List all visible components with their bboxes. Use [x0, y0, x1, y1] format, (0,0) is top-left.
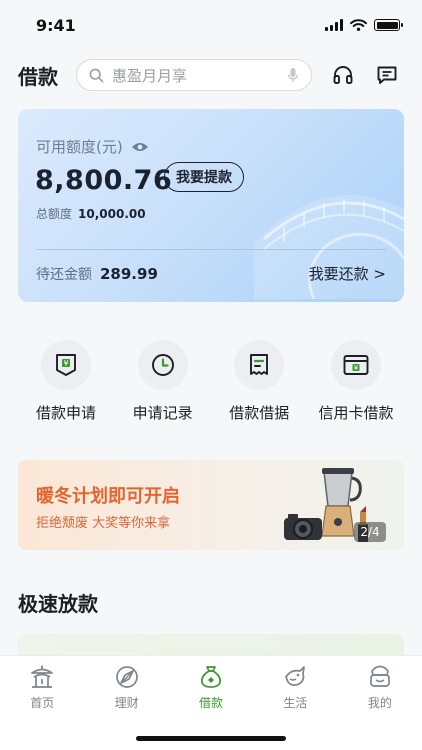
tab-label: 理财 [114, 696, 139, 710]
quick-action-label: 借款申请 [35, 404, 96, 422]
svg-text:¥: ¥ [63, 359, 68, 368]
header: 借款 惠盈月月享 [0, 52, 422, 98]
status-bar: 9:41 [0, 0, 422, 50]
svg-text:¥: ¥ [354, 364, 359, 372]
available-limit-label: 可用额度(元) [36, 136, 149, 157]
divider [36, 249, 386, 250]
quick-action-receipt[interactable]: 借款借据 [211, 340, 307, 430]
quick-action-label: 信用卡借款 [318, 404, 394, 422]
profile-icon [369, 665, 390, 687]
wifi-icon [350, 19, 367, 31]
promo-title: 暖冬计划即可开启 [36, 486, 180, 507]
signal-icon [325, 19, 343, 31]
pavilion-icon [31, 665, 54, 688]
quick-action-label: 申请记录 [132, 404, 193, 422]
receipt-icon [250, 354, 269, 375]
quick-action-records[interactable]: 申请记录 [115, 340, 211, 430]
battery-icon [374, 19, 403, 31]
quick-actions: ¥ 借款申请 申请记录 借款借据 ¥ 信用卡借款 [18, 340, 404, 430]
carousel-page-indicator: 2/4 [354, 522, 386, 542]
clock-icon [151, 354, 174, 376]
headset-icon[interactable] [332, 64, 354, 86]
search-icon [89, 68, 104, 82]
section-title: 极速放款 [18, 592, 98, 616]
tab-home[interactable]: 首页 [0, 664, 84, 750]
pending-amount: 289.99 [100, 265, 158, 283]
status-icons [325, 19, 403, 31]
compass-icon [115, 666, 138, 688]
mic-icon[interactable] [287, 67, 299, 83]
tab-label: 首页 [30, 696, 55, 710]
message-icon[interactable] [376, 64, 398, 86]
quick-action-loan-apply[interactable]: ¥ 借款申请 [18, 340, 114, 430]
credit-limit-card: 可用额度(元) 8,800.76 我要提款 总额度 10,000.00 待还金额 2… [18, 109, 404, 302]
tab-label: 我的 [367, 696, 392, 710]
fish-icon [285, 666, 306, 686]
total-amount: 10,000.00 [78, 207, 146, 221]
withdraw-button[interactable]: 我要提款 [164, 162, 244, 192]
money-bag-icon [201, 666, 222, 688]
status-time: 9:41 [36, 15, 76, 35]
home-indicator [136, 736, 286, 741]
search-input[interactable]: 惠盈月月享 [76, 59, 312, 91]
quick-action-label: 借款借据 [229, 404, 290, 422]
eye-icon[interactable] [131, 141, 149, 153]
tab-mine[interactable]: 我的 [338, 664, 422, 750]
promo-banner[interactable]: 暖冬计划即可开启 拒绝颓废 大奖等你来拿 [18, 460, 404, 550]
page-title: 借款 [18, 64, 58, 89]
quick-action-credit-card-loan[interactable]: ¥ 信用卡借款 [308, 340, 404, 430]
tab-label: 生活 [283, 696, 308, 710]
credit-card-icon: ¥ [343, 355, 369, 375]
total-limit: 总额度 10,000.00 [36, 207, 146, 221]
pending-repayment: 待还金额 289.99 [36, 265, 158, 283]
tab-label: 借款 [199, 696, 224, 710]
search-placeholder: 惠盈月月享 [112, 66, 188, 85]
loan-apply-icon: ¥ [56, 354, 76, 376]
promo-subtitle: 拒绝颓废 大奖等你来拿 [36, 516, 171, 531]
available-amount: 8,800.76 [35, 165, 173, 196]
repay-link[interactable]: 我要还款 > [309, 263, 386, 284]
